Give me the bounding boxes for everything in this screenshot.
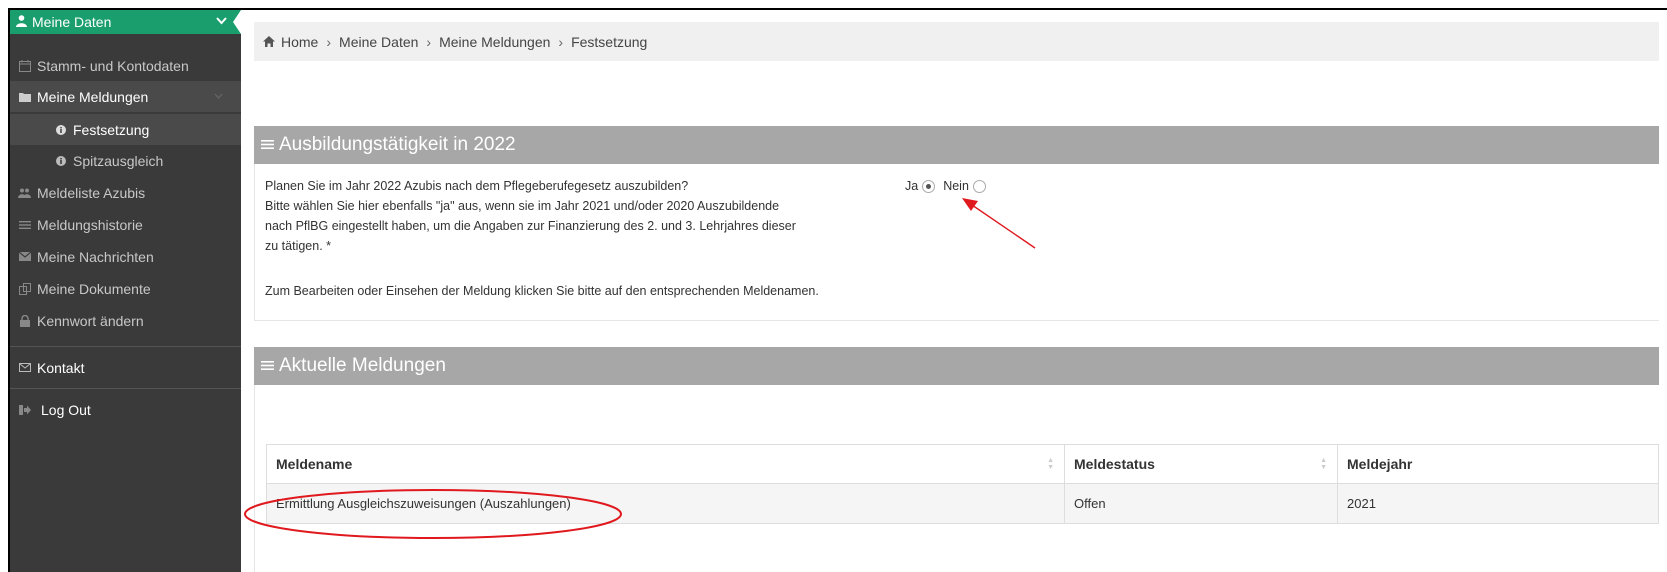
calendar-icon — [18, 59, 31, 72]
breadcrumb-home[interactable]: Home — [281, 34, 318, 50]
column-header-meldestatus[interactable]: Meldestatus ▲ ▼ — [1064, 445, 1337, 483]
sidebar-item-label: Log Out — [41, 401, 91, 418]
sidebar-item-stammdaten[interactable]: Stamm- und Kontodaten — [10, 50, 241, 81]
sidebar-item-label: Spitzausgleich — [73, 152, 164, 169]
chevron-down-icon — [214, 91, 223, 102]
sidebar-item-label: Kennwort ändern — [37, 312, 144, 329]
breadcrumb-item[interactable]: Meine Meldungen — [439, 34, 550, 50]
column-header-label: Meldename — [276, 456, 353, 472]
sidebar-item-kennwort-aendern[interactable]: Kennwort ändern — [10, 305, 241, 336]
column-header-label: Meldestatus — [1074, 456, 1155, 472]
lock-icon — [18, 314, 31, 327]
question-text: Planen Sie im Jahr 2022 Azubis nach dem … — [265, 176, 905, 256]
folder-icon — [18, 92, 31, 102]
column-header-meldejahr[interactable]: Meldejahr — [1337, 445, 1658, 483]
column-header-meldename[interactable]: Meldename ▲ ▼ — [267, 445, 1064, 483]
sidebar-header-label: Meine Daten — [32, 14, 112, 30]
sidebar: Meine Daten Stamm- und Kontodaten Meine … — [10, 10, 241, 572]
sidebar-item-meine-meldungen[interactable]: Meine Meldungen — [10, 81, 241, 112]
panel-body-ausbildung: Planen Sie im Jahr 2022 Azubis nach dem … — [254, 164, 1659, 321]
cell-meldejahr: 2021 — [1337, 484, 1658, 523]
sidebar-item-festsetzung[interactable]: Festsetzung — [10, 114, 241, 145]
sidebar-divider — [10, 346, 241, 347]
chevron-down-icon — [216, 13, 227, 28]
cell-meldejahr-text: 2021 — [1347, 496, 1376, 511]
sidebar-item-label: Festsetzung — [73, 121, 150, 138]
sidebar-item-spitzausgleich[interactable]: Spitzausgleich — [10, 145, 241, 176]
panel-header-ausbildung: Ausbildungstätigkeit in 2022 — [254, 126, 1659, 164]
breadcrumb-item[interactable]: Meine Daten — [339, 34, 418, 50]
instruction-note: Zum Bearbeiten oder Einsehen der Meldung… — [265, 284, 819, 298]
sidebar-item-label: Meldungshistorie — [37, 216, 143, 233]
sidebar-header-meine-daten[interactable]: Meine Daten — [10, 10, 241, 34]
sign-out-icon — [18, 404, 31, 415]
sidebar-item-meine-nachrichten[interactable]: Meine Nachrichten — [10, 241, 241, 272]
radio-nein[interactable] — [972, 179, 986, 193]
chevron-right-icon: › — [326, 33, 332, 50]
cell-meldestatus-text: Offen — [1074, 496, 1106, 511]
sidebar-item-label: Meine Meldungen — [37, 88, 149, 105]
panel-title: Aktuelle Meldungen — [279, 355, 446, 376]
radio-selected-dot — [926, 183, 932, 189]
sidebar-item-label: Meine Nachrichten — [37, 248, 154, 265]
home-icon — [263, 34, 275, 50]
sort-icon: ▲ ▼ — [1047, 457, 1054, 471]
info-icon — [54, 155, 67, 166]
table-header: Meldename ▲ ▼ Meldestatus ▲ ▼ Meldejahr — [266, 444, 1659, 484]
sidebar-item-meldeliste-azubis[interactable]: Meldeliste Azubis — [10, 177, 241, 208]
question-line: Bitte wählen Sie hier ebenfalls "ja" aus… — [265, 199, 780, 213]
envelope-outline-icon — [18, 363, 31, 372]
sidebar-item-label: Kontakt — [37, 359, 85, 376]
radio-label-ja: Ja — [905, 179, 919, 193]
table-row: Ermittlung Ausgleichszuweisungen (Auszah… — [266, 484, 1659, 524]
active-notch — [233, 10, 241, 34]
info-icon — [54, 124, 67, 135]
breadcrumb-item-current: Festsetzung — [571, 33, 648, 50]
sidebar-item-kontakt[interactable]: Kontakt — [10, 352, 241, 383]
sidebar-item-meine-dokumente[interactable]: Meine Dokumente — [10, 273, 241, 304]
cell-meldename[interactable]: Ermittlung Ausgleichszuweisungen (Auszah… — [276, 496, 571, 511]
sort-icon: ▲ ▼ — [1320, 457, 1327, 471]
question-line: zu tätigen. * — [265, 239, 332, 253]
panel-header-meldungen: Aktuelle Meldungen — [254, 347, 1659, 385]
cell-meldestatus: Offen — [1064, 484, 1337, 523]
menu-icon — [261, 135, 274, 155]
column-header-label: Meldejahr — [1347, 456, 1413, 472]
panel-title: Ausbildungstätigkeit in 2022 — [279, 134, 516, 155]
question-line: nach PflBG eingestellt haben, um die Ang… — [265, 219, 796, 233]
chevron-right-icon: › — [426, 33, 432, 50]
sidebar-item-label: Stamm- und Kontodaten — [37, 57, 189, 74]
documents-icon — [18, 282, 31, 295]
sidebar-item-meldungshistorie[interactable]: Meldungshistorie — [10, 209, 241, 240]
meldename-link[interactable]: Ermittlung Ausgleichszuweisungen (Auszah… — [267, 484, 1064, 523]
ausbildung-radio-group: Ja Nein — [905, 176, 986, 196]
radio-ja[interactable] — [922, 179, 936, 193]
sidebar-item-label: Meldeliste Azubis — [37, 184, 146, 201]
sidebar-item-label: Meine Dokumente — [37, 280, 151, 297]
menu-icon — [261, 356, 274, 376]
breadcrumb: Home › Meine Daten › Meine Meldungen › F… — [254, 22, 1659, 61]
list-icon — [18, 220, 31, 230]
logout-button[interactable]: Log Out — [10, 394, 241, 425]
radio-label-nein: Nein — [943, 179, 969, 193]
sidebar-divider — [10, 388, 241, 389]
envelope-icon — [18, 252, 31, 261]
chevron-right-icon: › — [558, 33, 564, 50]
question-line: Planen Sie im Jahr 2022 Azubis nach dem … — [265, 179, 689, 193]
user-icon — [16, 14, 27, 30]
users-icon — [18, 188, 31, 198]
